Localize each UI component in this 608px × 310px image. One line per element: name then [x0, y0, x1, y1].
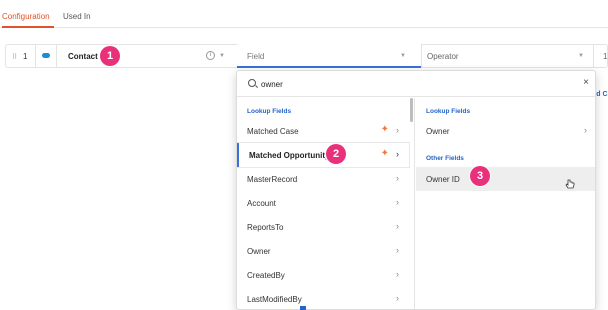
chevron-right-icon: › — [396, 125, 399, 135]
step-badge-3: 3 — [470, 166, 490, 186]
item-label: Matched Opportunity — [249, 151, 330, 160]
list-item-lastmodifiedby[interactable]: LastModifiedBy › — [237, 287, 409, 309]
lookup-fields-list: Lookup Fields Matched Case ✦ › Matched O… — [237, 98, 415, 309]
spark-icon: ✦ — [380, 124, 389, 135]
chevron-right-icon: › — [396, 293, 399, 303]
list-item-masterrecord[interactable]: MasterRecord › — [237, 167, 409, 191]
list-item-owner[interactable]: Owner › — [237, 239, 409, 263]
field-select[interactable]: Field ▼ — [237, 44, 421, 68]
section-title-other: Other Fields — [426, 155, 464, 162]
list-item-createdby[interactable]: CreatedBy › — [237, 263, 409, 287]
operator-select[interactable]: Operator — [427, 52, 459, 61]
step-badge-1: 1 — [100, 46, 120, 66]
search-input[interactable] — [261, 77, 561, 91]
tab-bar: Configuration Used In — [0, 0, 608, 28]
field-placeholder: Field — [247, 52, 265, 61]
chevron-right-icon: › — [396, 173, 399, 183]
list-item-matched-case[interactable]: Matched Case ✦ › — [237, 119, 409, 143]
chevron-down-icon[interactable]: ▼ — [578, 53, 584, 59]
item-label: Owner — [426, 127, 450, 136]
item-label: Account — [247, 199, 276, 208]
item-label: MasterRecord — [247, 175, 298, 184]
field-picker-dropdown: × Lookup Fields Matched Case ✦ › Matched… — [236, 70, 596, 310]
item-label: LastModifiedBy — [247, 295, 302, 304]
divider — [35, 45, 36, 67]
tab-configuration[interactable]: Configuration — [2, 12, 54, 28]
chevron-right-icon: › — [396, 221, 399, 231]
divider — [421, 45, 422, 67]
drag-handle-icon[interactable]: ⠿ — [12, 53, 17, 61]
item-label: Owner — [247, 247, 271, 256]
list-item-matched-opportunity[interactable]: Matched Opportunity ✦ › — [237, 143, 409, 167]
hand-cursor-icon — [565, 179, 575, 189]
item-label: Matched Case — [247, 127, 299, 136]
chevron-right-icon: › — [396, 269, 399, 279]
subfields-list: Lookup Fields Owner › Other Fields Owner… — [416, 98, 595, 309]
divider — [593, 45, 594, 67]
item-label: CreatedBy — [247, 271, 285, 280]
chevron-right-icon: › — [396, 149, 399, 159]
item-label: Owner ID — [426, 175, 460, 184]
value-field-partial[interactable]: 1 — [603, 52, 607, 61]
tab-used-in[interactable]: Used In — [63, 12, 91, 28]
spark-icon: ✦ — [380, 148, 389, 159]
list-item-account[interactable]: Account › — [237, 191, 409, 215]
section-title-lookup: Lookup Fields — [247, 108, 292, 115]
list-item-reportsto[interactable]: ReportsTo › — [237, 215, 409, 239]
section-title-lookup: Lookup Fields — [426, 108, 471, 115]
divider — [56, 45, 57, 67]
chevron-down-icon[interactable]: ▼ — [219, 53, 225, 59]
row-number: 1 — [23, 52, 28, 61]
info-icon[interactable]: i — [206, 51, 215, 60]
chevron-right-icon: › — [584, 125, 587, 135]
chevron-right-icon: › — [396, 197, 399, 207]
salesforce-cloud-icon — [42, 53, 50, 58]
list-item-owner[interactable]: Owner › — [416, 119, 595, 143]
search-bar: × — [237, 71, 595, 97]
object-select[interactable]: Contact — [68, 52, 98, 61]
item-label: ReportsTo — [247, 223, 284, 232]
search-icon — [248, 79, 256, 87]
close-icon[interactable]: × — [583, 77, 589, 88]
page-indicator — [300, 306, 306, 310]
chevron-down-icon: ▼ — [400, 53, 406, 59]
chevron-right-icon: › — [396, 245, 399, 255]
scrollbar[interactable] — [410, 98, 413, 122]
step-badge-2: 2 — [326, 144, 346, 164]
condition-row: ⠿ 1 Contact i ▼ Field ▼ Operator ▼ 1 — [5, 44, 608, 68]
